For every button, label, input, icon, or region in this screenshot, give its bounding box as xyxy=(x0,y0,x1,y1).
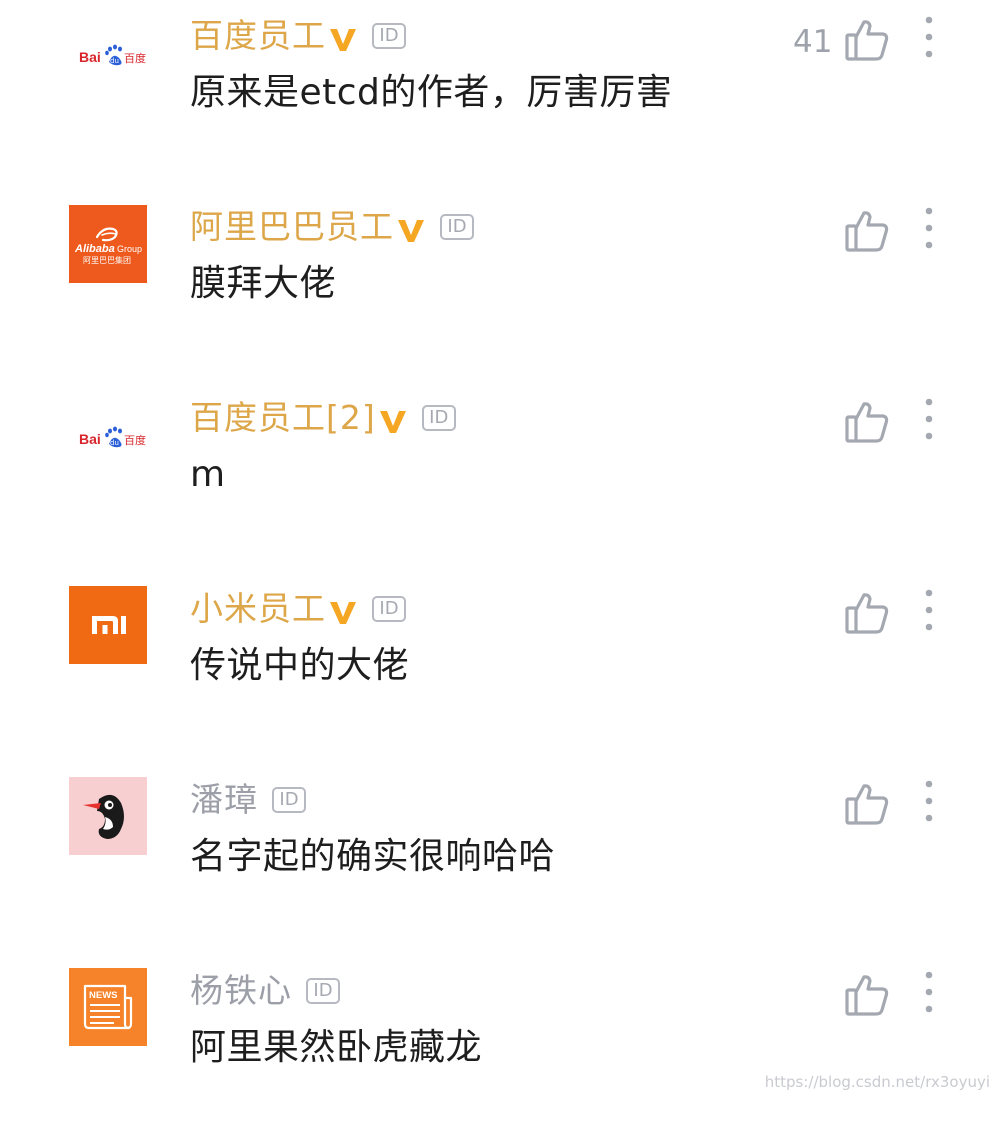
svg-text:阿里巴巴集团: 阿里巴巴集团 xyxy=(83,255,131,265)
svg-text:Bai: Bai xyxy=(79,431,101,447)
comment-text: 原来是etcd的作者，厉害厉害 xyxy=(190,72,673,113)
svg-text:百度: 百度 xyxy=(124,51,146,65)
verified-v-icon xyxy=(330,602,356,624)
svg-text:du: du xyxy=(110,439,119,447)
like-count: 41 xyxy=(793,24,833,60)
username-row: 阿里巴巴员工 ID xyxy=(190,205,474,249)
more-options-icon[interactable] xyxy=(920,778,938,824)
more-options-icon[interactable] xyxy=(920,14,938,60)
username[interactable]: 杨铁心 xyxy=(190,969,292,1013)
news-avatar-icon[interactable]: NEWS xyxy=(69,968,147,1046)
comment-item: Alibaba Group 阿里巴巴集团 阿里巴巴员工 ID 膜拜大佬 xyxy=(0,191,1000,382)
thumbs-up-icon[interactable] xyxy=(844,591,890,635)
id-badge: ID xyxy=(421,405,456,431)
id-badge: ID xyxy=(372,23,406,49)
thumbs-up-icon[interactable] xyxy=(844,18,890,62)
comment-text: 阿里果然卧虎藏龙 xyxy=(190,1027,483,1068)
username-row: 杨铁心 ID xyxy=(190,969,340,1013)
id-badge: ID xyxy=(272,787,306,813)
comment-item: 小米员工 ID 传说中的大佬 xyxy=(0,573,1000,764)
username-row: 百度员工 ID xyxy=(190,14,406,58)
comment-item: NEWS 杨铁心 ID 阿里果然卧虎藏龙 xyxy=(0,955,1000,1146)
woodpecker-avatar-icon[interactable] xyxy=(69,777,147,855)
baidu-logo-icon[interactable]: Bai du 百度 xyxy=(69,400,147,478)
comment-item: 潘璋 ID 名字起的确实很响哈哈 xyxy=(0,764,1000,955)
watermark: https://blog.csdn.net/rx3oyuyi xyxy=(764,1073,990,1091)
more-options-icon[interactable] xyxy=(920,969,938,1015)
username-row: 潘璋 ID xyxy=(190,778,306,822)
comment-item: Bai du 百度 百度员工[2] ID m xyxy=(0,382,1000,573)
id-badge: ID xyxy=(372,596,406,622)
svg-text:Alibaba: Alibaba xyxy=(74,243,115,255)
svg-text:Group: Group xyxy=(117,244,142,254)
verified-v-icon xyxy=(379,411,406,433)
username-row: 百度员工[2] ID xyxy=(190,396,456,440)
thumbs-up-icon[interactable] xyxy=(844,209,890,253)
comment-item: Bai du 百度 百度员工 ID 原来是etcd的作者，厉害厉害 41 xyxy=(0,0,1000,191)
more-options-icon[interactable] xyxy=(920,205,938,251)
username[interactable]: 百度员工[2] xyxy=(190,396,376,440)
comment-text: 名字起的确实很响哈哈 xyxy=(190,836,556,877)
username[interactable]: 阿里巴巴员工 xyxy=(190,205,394,249)
more-options-icon[interactable] xyxy=(920,587,938,633)
more-options-icon[interactable] xyxy=(920,396,938,442)
svg-text:Bai: Bai xyxy=(79,49,101,65)
svg-text:NEWS: NEWS xyxy=(89,990,118,1001)
verified-v-icon xyxy=(330,29,356,51)
thumbs-up-icon[interactable] xyxy=(844,782,890,826)
verified-v-icon xyxy=(398,220,424,242)
svg-text:du: du xyxy=(110,57,119,65)
id-badge: ID xyxy=(306,978,340,1004)
username-row: 小米员工 ID xyxy=(190,587,406,631)
comment-list: Bai du 百度 百度员工 ID 原来是etcd的作者，厉害厉害 41 Ali… xyxy=(0,0,1000,1099)
alibaba-group-logo-icon[interactable]: Alibaba Group 阿里巴巴集团 xyxy=(69,205,147,283)
svg-text:百度: 百度 xyxy=(124,433,146,447)
thumbs-up-icon[interactable] xyxy=(844,973,890,1017)
username[interactable]: 小米员工 xyxy=(190,587,326,631)
comment-text: m xyxy=(190,454,226,495)
username[interactable]: 百度员工 xyxy=(190,14,326,58)
thumbs-up-icon[interactable] xyxy=(844,400,890,444)
username[interactable]: 潘璋 xyxy=(190,778,258,822)
xiaomi-logo-icon[interactable] xyxy=(69,586,147,664)
comment-text: 膜拜大佬 xyxy=(190,263,337,304)
comment-text: 传说中的大佬 xyxy=(190,645,410,686)
id-badge: ID xyxy=(440,214,474,240)
baidu-logo-icon[interactable]: Bai du 百度 xyxy=(69,18,147,96)
